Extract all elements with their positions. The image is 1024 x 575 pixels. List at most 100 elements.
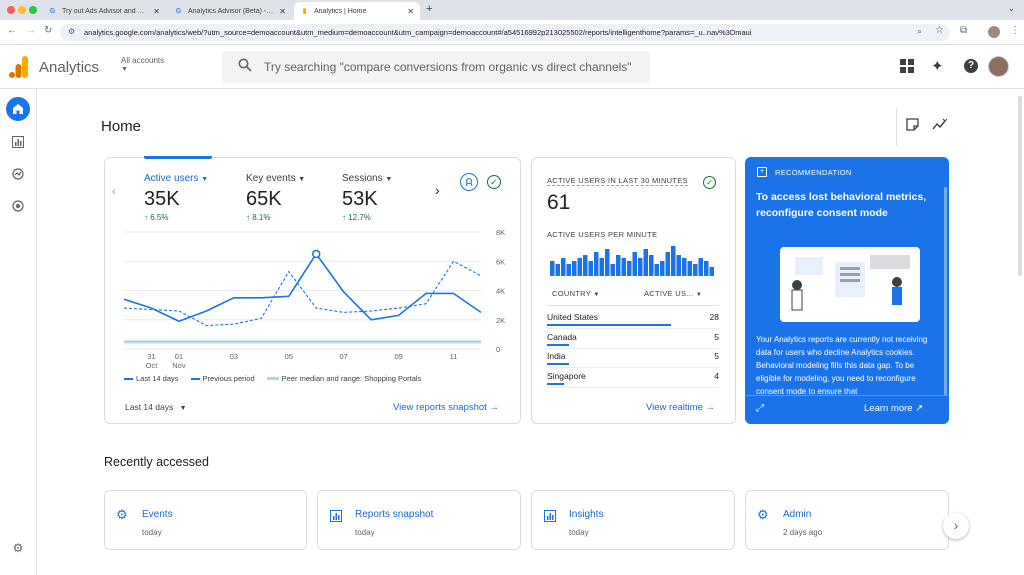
analytics-logo-icon[interactable] — [9, 56, 29, 78]
back-icon[interactable]: ← — [7, 25, 17, 36]
bookmark-star-icon[interactable]: ☆ — [935, 25, 944, 36]
per-minute-bar — [709, 267, 714, 276]
extensions-icon[interactable]: ⧉ — [960, 25, 967, 36]
recent-next-button[interactable]: › — [943, 513, 969, 539]
country-share-bar — [547, 382, 565, 385]
browser-menu-icon[interactable]: ⋮ — [1010, 25, 1020, 36]
new-tab-button[interactable]: + — [426, 3, 432, 15]
advertising-icon[interactable] — [6, 194, 30, 218]
apps-grid-icon[interactable] — [900, 59, 914, 77]
insights-trend-icon[interactable] — [932, 118, 948, 136]
dropdown-arrow-icon: ▼ — [385, 176, 393, 183]
column-header-country[interactable]: COUNTRY ▼ — [552, 289, 600, 298]
per-minute-bar — [621, 258, 626, 276]
country-users: 5 — [714, 331, 719, 342]
home-icon[interactable] — [6, 97, 30, 121]
close-tab-icon[interactable]: ✕ — [153, 7, 160, 16]
sparkle-icon[interactable]: ✦ — [931, 57, 944, 75]
close-tab-icon[interactable]: ✕ — [407, 7, 414, 16]
overview-line-chart: 8K 6K 4K 2K 0 31Oct 01Nov 03 05 07 09 11 — [123, 228, 505, 370]
zoom-icon[interactable]: ⌕ — [917, 26, 922, 37]
country-row[interactable]: United States 28 — [547, 312, 719, 330]
per-minute-label: ACTIVE USERS PER MINUTE — [547, 230, 658, 239]
recent-card-events[interactable]: ⚙ Events today — [104, 490, 307, 550]
maximize-window-button[interactable] — [29, 6, 37, 14]
highlight-point[interactable] — [311, 249, 321, 259]
learn-more-link[interactable]: Learn more ↗ — [864, 403, 923, 414]
dropdown-arrow-icon: ▼ — [201, 176, 209, 183]
recommendation-body: Your Analytics reports are currently not… — [756, 335, 928, 396]
country-name: Canada — [547, 331, 577, 342]
country-row[interactable]: India 5 — [547, 351, 719, 369]
close-window-button[interactable] — [7, 6, 15, 14]
gear-icon: ⚙ — [757, 507, 769, 522]
country-row[interactable]: Canada 5 — [547, 332, 719, 350]
country-name: India — [547, 351, 566, 361]
user-avatar[interactable] — [988, 56, 1009, 77]
country-share-bar — [547, 363, 570, 365]
selected-metric-indicator — [144, 156, 212, 159]
x-tick-label: 09 — [394, 352, 402, 361]
browser-tab-analytics-home[interactable]: ▮ Analytics | Home ✕ — [294, 2, 420, 20]
reports-chart-icon — [330, 509, 342, 527]
benchmark-icon[interactable] — [460, 173, 478, 191]
browser-tab-ads-advisor[interactable]: G Try out Ads Advisor and Analy ✕ — [42, 2, 166, 20]
view-realtime-link[interactable]: View realtime → — [646, 402, 715, 413]
recent-card-reports-snapshot[interactable]: Reports snapshot today — [317, 490, 521, 550]
per-minute-bar — [638, 258, 643, 276]
per-minute-bar — [654, 264, 659, 276]
admin-gear-icon[interactable]: ⚙ — [6, 536, 30, 560]
insights-chart-icon — [544, 509, 556, 527]
view-reports-snapshot-link[interactable]: View reports snapshot → — [393, 402, 499, 413]
help-icon[interactable]: ? — [964, 59, 978, 73]
per-minute-bar — [594, 252, 599, 276]
close-tab-icon[interactable]: ✕ — [279, 7, 286, 16]
arrow-right-icon: → — [705, 402, 716, 413]
page-title: Home — [101, 118, 142, 135]
divider — [547, 328, 719, 329]
minimize-window-button[interactable] — [18, 6, 26, 14]
dropdown-arrow-icon: ▼ — [121, 66, 128, 73]
per-minute-bar — [660, 261, 665, 276]
x-tick-month-label: Oct — [146, 361, 159, 370]
per-minute-bar — [583, 255, 588, 276]
date-range-selector[interactable]: Last 14 days ▼ — [125, 402, 187, 412]
account-selector[interactable]: All accounts ▼ — [121, 56, 164, 73]
previous-metrics-icon[interactable]: ‹ — [112, 184, 116, 198]
forward-icon[interactable]: → — [26, 25, 36, 36]
browser-tab-analytics-advisor[interactable]: G Analytics Advisor (Beta) - An ✕ — [168, 2, 292, 20]
column-header-active-users[interactable]: ACTIVE US... ▼ — [644, 289, 702, 298]
reload-icon[interactable]: ↻ — [44, 25, 52, 36]
expand-icon[interactable]: ⤢ — [756, 403, 764, 414]
recommendation-label: RECOMMENDATION — [775, 168, 852, 177]
recent-card-admin[interactable]: ⚙ Admin 2 days ago — [745, 490, 949, 550]
recommendation-icon: + — [757, 167, 767, 177]
notes-icon[interactable] — [906, 118, 919, 134]
page-scrollbar[interactable] — [1018, 96, 1022, 276]
per-minute-bar — [671, 246, 676, 276]
per-minute-bar — [665, 252, 670, 276]
arrow-up-icon: ↑ — [246, 213, 250, 222]
site-settings-icon[interactable]: ⚙ — [68, 27, 75, 36]
recently-accessed-title: Recently accessed — [104, 455, 209, 469]
x-tick-label: 03 — [230, 352, 238, 361]
metric-tab-active-users[interactable]: Active users ▼ 35K ↑ 6.5% — [144, 173, 208, 222]
realtime-value: 61 — [547, 191, 571, 214]
recommendation-scrollbar[interactable] — [944, 187, 947, 397]
metric-tab-key-events[interactable]: Key events ▼ 65K ↑ 8.1% — [246, 173, 305, 222]
explore-icon[interactable] — [6, 162, 30, 186]
next-metrics-icon[interactable]: › — [435, 182, 440, 198]
recent-card-insights[interactable]: Insights today — [531, 490, 735, 550]
per-minute-bar — [698, 258, 703, 276]
address-bar[interactable]: analytics.google.com/analytics/web/?utm_… — [60, 24, 950, 41]
per-minute-bar — [561, 258, 566, 276]
search-input[interactable]: Try searching "compare conversions from … — [222, 51, 650, 83]
google-icon: G — [49, 7, 56, 15]
recommendation-illustration — [780, 247, 920, 322]
metric-tab-sessions[interactable]: Sessions ▼ 53K ↑ 12.7% — [342, 173, 392, 222]
reports-icon[interactable] — [6, 130, 30, 154]
country-row[interactable]: Singapore 4 — [547, 371, 719, 389]
recommendation-title: To access lost behavioral metrics, recon… — [756, 191, 927, 219]
profile-avatar[interactable] — [988, 26, 1000, 38]
tab-search-icon[interactable]: ⌄ — [1008, 4, 1015, 13]
